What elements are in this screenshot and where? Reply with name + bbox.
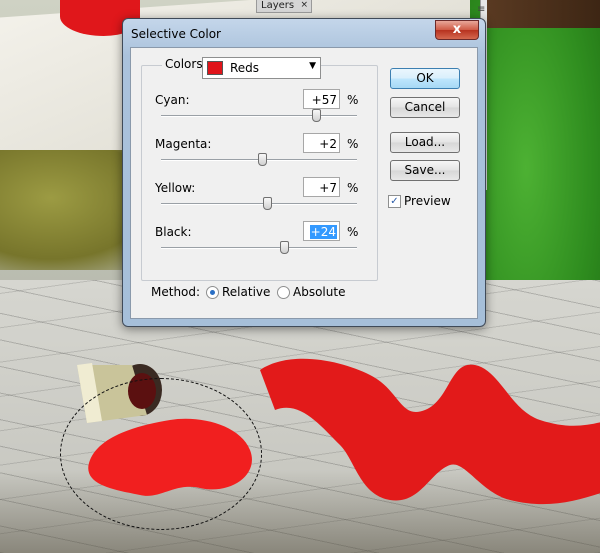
cyan-track[interactable] — [161, 115, 357, 117]
dark-strip — [485, 0, 600, 28]
ok-button[interactable]: OK — [390, 68, 460, 89]
relative-label: Relative — [222, 285, 271, 299]
magenta-unit: % — [347, 137, 359, 151]
preview-checkbox[interactable]: ✓ — [388, 195, 401, 208]
cancel-button[interactable]: Cancel — [390, 97, 460, 118]
magenta-input[interactable]: +2 — [303, 133, 340, 153]
cyan-value: +57 — [311, 93, 337, 107]
layers-panel-tab[interactable]: Layers × — [256, 0, 312, 13]
black-input[interactable]: +24 — [303, 221, 340, 241]
magenta-label: Magenta: — [155, 137, 212, 151]
red-paint-stroke — [260, 358, 600, 505]
black-track[interactable] — [161, 247, 357, 249]
cyan-unit: % — [347, 93, 359, 107]
dialog-titlebar[interactable]: Selective Color x — [123, 19, 485, 47]
dialog-body: Colors: Reds ▼ Cyan: +57 % Magenta: +2 %… — [130, 47, 478, 319]
black-unit: % — [347, 225, 359, 239]
red-swatch — [207, 61, 223, 75]
load-button[interactable]: Load... — [390, 132, 460, 153]
dialog-title: Selective Color — [131, 27, 221, 41]
yellow-label: Yellow: — [155, 181, 196, 195]
save-button[interactable]: Save... — [390, 160, 460, 181]
black-value: +24 — [309, 225, 337, 239]
panel-menu-icon[interactable]: ≡ — [477, 4, 485, 15]
marquee-selection[interactable] — [60, 378, 262, 530]
layers-tab-label: Layers — [261, 0, 295, 11]
black-label: Black: — [155, 225, 192, 239]
yellow-input[interactable]: +7 — [303, 177, 340, 197]
relative-radio[interactable] — [206, 286, 219, 299]
yellow-unit: % — [347, 181, 359, 195]
cyan-thumb[interactable] — [311, 109, 321, 122]
yellow-track[interactable] — [161, 203, 357, 205]
selective-color-dialog: Selective Color x Colors: Reds ▼ Cyan: +… — [122, 18, 486, 327]
preview-label: Preview — [404, 194, 451, 208]
magenta-value: +2 — [319, 137, 337, 151]
absolute-radio[interactable] — [277, 286, 290, 299]
yellow-thumb[interactable] — [262, 197, 272, 210]
black-thumb[interactable] — [279, 241, 289, 254]
colors-selected: Reds — [230, 61, 260, 75]
magenta-thumb[interactable] — [257, 153, 267, 166]
colors-dropdown[interactable]: Reds ▼ — [202, 57, 321, 79]
cyan-label: Cyan: — [155, 93, 190, 107]
yellow-value: +7 — [319, 181, 337, 195]
method-label: Method: — [151, 285, 201, 299]
absolute-label: Absolute — [293, 285, 346, 299]
close-button[interactable]: x — [435, 20, 479, 40]
cyan-input[interactable]: +57 — [303, 89, 340, 109]
chevron-down-icon: ▼ — [309, 61, 316, 71]
close-icon[interactable]: × — [300, 0, 308, 11]
